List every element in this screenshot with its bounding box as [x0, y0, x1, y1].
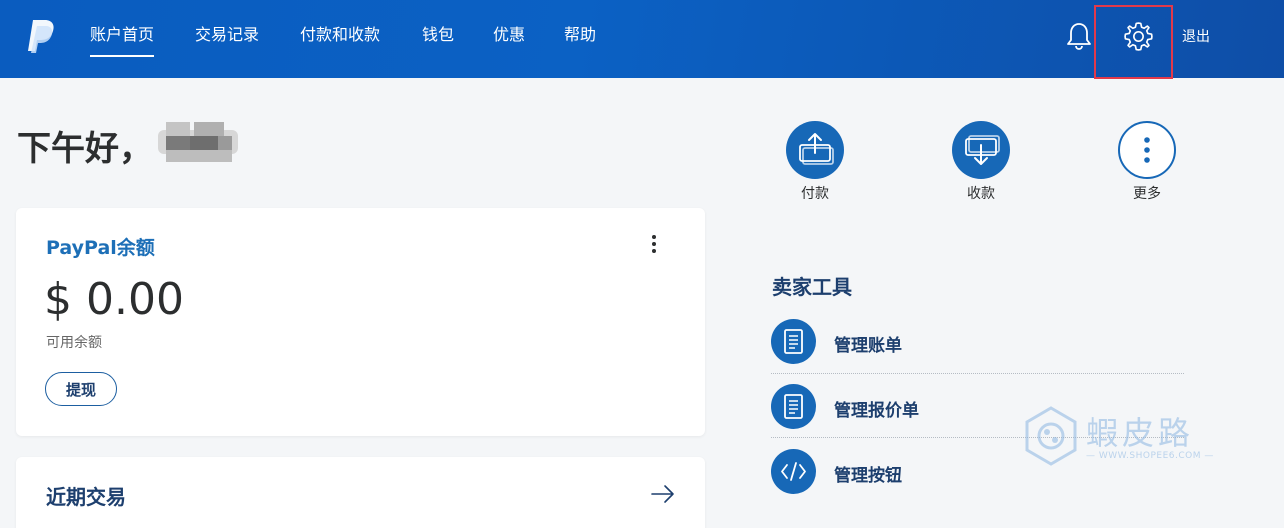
- quote-icon[interactable]: [771, 384, 816, 429]
- nav-offers[interactable]: 优惠: [493, 24, 525, 58]
- quick-action-request[interactable]: 收款: [951, 121, 1011, 203]
- quick-action-send[interactable]: 付款: [785, 121, 845, 203]
- tool-label[interactable]: 管理按钮: [834, 461, 902, 486]
- quick-action-label: 更多: [1133, 186, 1161, 202]
- paypal-balance-card: PayPal余额 $ 0.00 可用余额 提现: [16, 208, 705, 436]
- code-icon[interactable]: [771, 449, 816, 494]
- recent-transactions-title[interactable]: 近期交易: [46, 481, 126, 510]
- balance-title[interactable]: PayPal余额: [46, 233, 155, 260]
- tool-label[interactable]: 管理账单: [834, 331, 902, 356]
- bell-icon[interactable]: [1063, 20, 1095, 52]
- divider: [771, 373, 1184, 374]
- nav-account-home[interactable]: 账户首页: [90, 24, 155, 57]
- nav-pay-and-receive[interactable]: 付款和收款: [300, 24, 380, 58]
- request-money-icon[interactable]: [952, 121, 1010, 179]
- greeting-text: 下午好，: [17, 129, 153, 169]
- nav-transactions[interactable]: 交易记录: [195, 24, 259, 58]
- tool-label[interactable]: 管理报价单: [834, 396, 919, 421]
- recent-transactions-card[interactable]: 近期交易: [16, 457, 705, 528]
- blurred-username: [154, 118, 240, 168]
- nav-help[interactable]: 帮助: [564, 24, 596, 58]
- logout-link[interactable]: 退出: [1182, 26, 1210, 46]
- shopee6-watermark: 蝦皮路 — WWW.SHOPEE6.COM —: [1020, 403, 1220, 469]
- top-nav-bar: 账户首页 交易记录 付款和收款 钱包 优惠 帮助 退出: [0, 0, 1284, 79]
- arrow-right-icon[interactable]: [650, 483, 676, 505]
- quick-action-label: 收款: [967, 186, 995, 202]
- kebab-menu-icon[interactable]: [647, 232, 661, 256]
- gear-icon[interactable]: [1122, 20, 1155, 53]
- send-money-icon[interactable]: [786, 121, 844, 179]
- paypal-logo-icon[interactable]: [24, 18, 58, 54]
- watermark-logo-icon: [1025, 406, 1077, 466]
- nav-wallet[interactable]: 钱包: [422, 24, 454, 58]
- more-vertical-icon[interactable]: [1118, 121, 1176, 179]
- invoice-icon[interactable]: [771, 319, 816, 364]
- withdraw-button[interactable]: 提现: [45, 372, 117, 406]
- watermark-url: — WWW.SHOPEE6.COM —: [1086, 451, 1214, 461]
- seller-tools-title: 卖家工具: [772, 275, 852, 299]
- balance-subtitle: 可用余额: [46, 335, 102, 351]
- quick-action-more[interactable]: 更多: [1117, 121, 1177, 203]
- watermark-text: 蝦皮路: [1086, 414, 1195, 452]
- quick-action-label: 付款: [801, 186, 829, 202]
- tool-manage-invoices[interactable]: 管理账单: [771, 319, 1191, 367]
- balance-amount: $ 0.00: [44, 274, 184, 325]
